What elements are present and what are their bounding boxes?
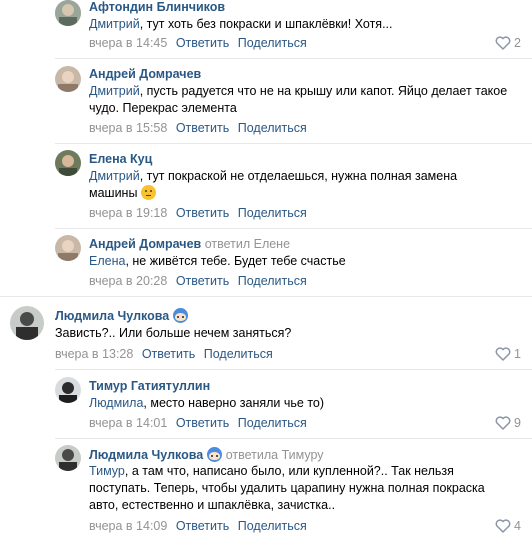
comment-text: Дмитрий, тут хоть без покраски и шпаклёв…	[89, 17, 393, 31]
divider	[55, 143, 532, 144]
avatar[interactable]	[55, 445, 81, 471]
like-count: 2	[514, 36, 521, 50]
share-button[interactable]: Поделиться	[238, 36, 307, 50]
avatar[interactable]	[55, 0, 81, 26]
avatar[interactable]	[10, 306, 44, 340]
thinking-emoji-icon	[140, 185, 156, 200]
comment-text: Людмила, место наверно заняли чье то)	[89, 396, 325, 410]
reply-button[interactable]: Ответить	[176, 274, 229, 288]
comment-author[interactable]: Тимур Гатиятуллин	[89, 379, 210, 393]
like-button[interactable]: 1	[495, 347, 521, 361]
mention-link[interactable]: Людмила	[89, 396, 143, 410]
reply-button[interactable]: Ответить	[176, 519, 229, 533]
avatar[interactable]	[55, 377, 81, 403]
heart-icon	[495, 36, 511, 50]
heart-icon	[495, 416, 511, 430]
comment-meta: вчера в 20:28 Ответить Поделиться	[89, 274, 307, 288]
divider	[55, 369, 532, 370]
divider	[55, 228, 532, 229]
comment-text: Тимур, а там что, написано было, или куп…	[89, 464, 485, 512]
like-count: 1	[514, 347, 521, 361]
divider	[55, 58, 532, 59]
comment-meta: вчера в 13:28 Ответить Поделиться	[55, 347, 273, 361]
like-button[interactable]: 9	[495, 416, 521, 430]
comment-meta: вчера в 19:18 Ответить Поделиться	[89, 206, 307, 220]
share-button[interactable]: Поделиться	[238, 121, 307, 135]
avatar[interactable]	[55, 235, 81, 261]
comment-text: Елена, не живётся тебе. Будет тебе счаст…	[89, 254, 346, 268]
comment-author[interactable]: Андрей Домрачев	[89, 67, 201, 81]
comment-time[interactable]: вчера в 14:09	[89, 519, 167, 533]
comment-author[interactable]: Афтондин Блинчиков	[89, 0, 225, 14]
reply-button[interactable]: Ответить	[176, 416, 229, 430]
heart-icon	[495, 519, 511, 533]
comment-author[interactable]: Людмила Чулкова ответила Тимуру	[89, 447, 324, 462]
avatar[interactable]	[55, 66, 81, 92]
mention-link[interactable]: Тимур	[89, 464, 125, 478]
mention-link[interactable]: Дмитрий	[89, 17, 140, 31]
reply-button[interactable]: Ответить	[142, 347, 195, 361]
comment-time[interactable]: вчера в 19:18	[89, 206, 167, 220]
comment-author[interactable]: Людмила Чулкова	[55, 308, 189, 323]
reply-button[interactable]: Ответить	[176, 206, 229, 220]
comment-text: Дмитрий, тут покраской не отделаешься, н…	[89, 169, 458, 200]
avatar[interactable]	[55, 150, 81, 176]
reply-button[interactable]: Ответить	[176, 36, 229, 50]
comment-meta: вчера в 14:45 Ответить Поделиться	[89, 36, 307, 50]
comment-time[interactable]: вчера в 14:45	[89, 36, 167, 50]
replied-to[interactable]: ответила Тимуру	[226, 448, 324, 462]
share-button[interactable]: Поделиться	[238, 274, 307, 288]
reply-button[interactable]: Ответить	[176, 121, 229, 135]
comment-author[interactable]: Елена Куц	[89, 152, 152, 166]
comment-meta: вчера в 14:09 Ответить Поделиться	[89, 519, 307, 533]
like-button[interactable]: 2	[495, 36, 521, 50]
mention-link[interactable]: Елена	[89, 254, 125, 268]
like-button[interactable]: 4	[495, 519, 521, 533]
avatar-sticker-icon	[207, 447, 223, 462]
share-button[interactable]: Поделиться	[238, 206, 307, 220]
comment-text: Зависть?.. Или больше нечем заняться?	[55, 326, 292, 340]
comment-meta: вчера в 15:58 Ответить Поделиться	[89, 121, 307, 135]
mention-link[interactable]: Дмитрий	[89, 169, 140, 183]
share-button[interactable]: Поделиться	[204, 347, 273, 361]
mention-link[interactable]: Дмитрий	[89, 84, 140, 98]
comment-text: Дмитрий, пусть радуется что не на крышу …	[89, 84, 508, 115]
comment-time[interactable]: вчера в 14:01	[89, 416, 167, 430]
avatar-sticker-icon	[173, 308, 189, 323]
comment-time[interactable]: вчера в 13:28	[55, 347, 133, 361]
comment-meta: вчера в 14:01 Ответить Поделиться	[89, 416, 307, 430]
divider	[55, 438, 532, 439]
comment-author[interactable]: Андрей Домрачев ответил Елене	[89, 237, 290, 251]
share-button[interactable]: Поделиться	[238, 519, 307, 533]
comment-time[interactable]: вчера в 15:58	[89, 121, 167, 135]
divider	[0, 296, 532, 297]
like-count: 9	[514, 416, 521, 430]
like-count: 4	[514, 519, 521, 533]
replied-to[interactable]: ответил Елене	[205, 237, 290, 251]
share-button[interactable]: Поделиться	[238, 416, 307, 430]
comment-time[interactable]: вчера в 20:28	[89, 274, 167, 288]
heart-icon	[495, 347, 511, 361]
